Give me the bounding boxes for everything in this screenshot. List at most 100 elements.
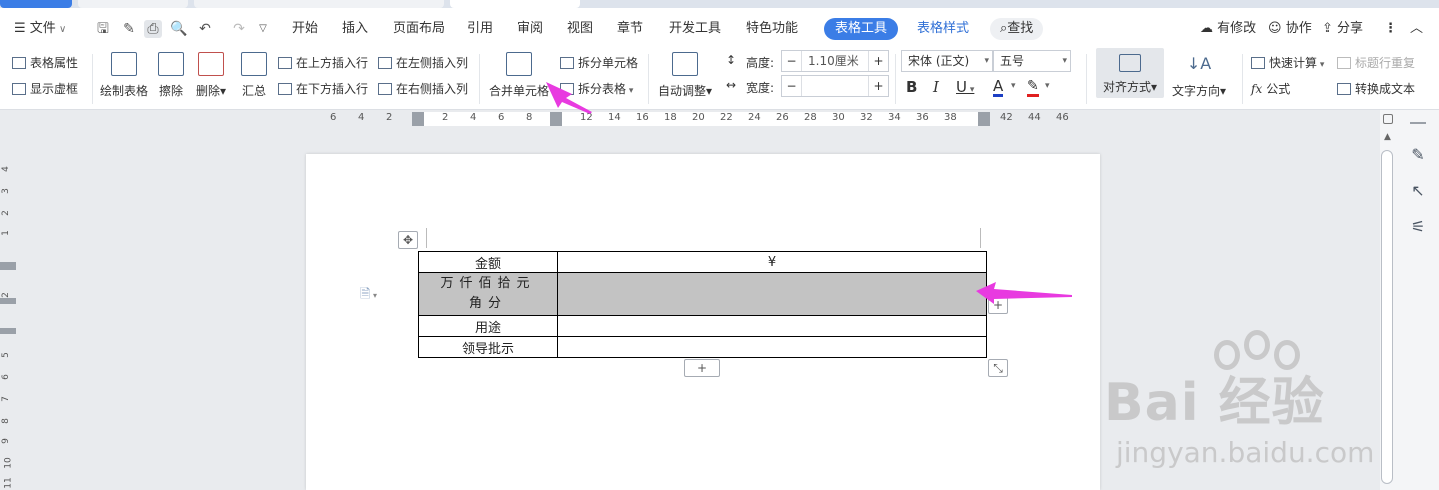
table-cell[interactable]: 金额 — [418, 251, 558, 273]
scroll-up-icon[interactable]: ▲ — [1384, 132, 1391, 142]
ruler-tick-label: 8 — [526, 112, 533, 123]
tab-home[interactable] — [0, 0, 72, 8]
bold-button[interactable]: B — [906, 78, 917, 96]
tab-doc-1[interactable] — [78, 0, 188, 8]
select-cursor-icon[interactable]: ↖ — [1408, 181, 1428, 201]
tab-table-tools[interactable]: 表格工具 — [824, 18, 899, 40]
tab-doc-active[interactable] — [450, 0, 580, 8]
quick-calc-button[interactable]: 快速计算 ▾ — [1251, 54, 1324, 71]
resize-table-icon[interactable]: ⤡ — [988, 359, 1008, 377]
height-decrement-button[interactable]: − — [782, 51, 802, 71]
table-row[interactable]: 用途 — [418, 315, 987, 337]
font-size-select[interactable]: 五号 ▾ — [993, 50, 1071, 72]
summary-button[interactable]: 汇总 — [241, 50, 267, 99]
draw-table-button[interactable]: 绘制表格 — [100, 50, 148, 99]
print-icon[interactable]: ⎙ — [144, 20, 162, 38]
redo-icon[interactable]: ↷ — [230, 20, 248, 38]
divider — [479, 54, 480, 104]
font-color-button[interactable]: A — [993, 78, 1004, 97]
collapse-ribbon-icon[interactable]: ︿ — [1410, 18, 1423, 40]
save-icon[interactable]: 🖫 — [94, 20, 112, 38]
height-stepper[interactable]: − 1.10厘米 + — [781, 50, 889, 72]
tab-start[interactable]: 开始 — [292, 18, 318, 40]
convert-to-text-button[interactable]: 转换成文本 — [1337, 80, 1415, 97]
text-direction-button[interactable]: ↓A 文字方向▾ — [1172, 50, 1226, 99]
file-menu[interactable]: ☰ 文件 ∨ — [14, 18, 66, 40]
height-increment-button[interactable]: + — [868, 51, 888, 71]
tab-chapter[interactable]: 章节 — [617, 18, 643, 40]
table-properties-button[interactable]: 表格属性 — [12, 54, 78, 71]
collab-button[interactable]: ☺ 协作 — [1268, 18, 1312, 40]
print-preview-icon[interactable]: 🔍 — [170, 20, 188, 38]
vruler-tick-label: 3 — [0, 188, 11, 194]
undo-icon[interactable]: ↶ — [196, 20, 214, 38]
tab-view[interactable]: 视图 — [567, 18, 593, 40]
show-gridlines-button[interactable]: 显示虚框 — [12, 80, 78, 97]
tab-table-style[interactable]: 表格样式 — [917, 18, 969, 40]
align-button[interactable]: 对齐方式▾ — [1096, 48, 1164, 98]
width-stepper[interactable]: − + — [781, 75, 889, 97]
erase-button[interactable]: 擦除 — [158, 50, 184, 99]
table-cell-selected[interactable]: 万仟佰拾元 角分 — [418, 272, 558, 316]
insert-col-right-button[interactable]: 在右侧插入列 — [378, 80, 468, 97]
table-cell[interactable]: 领导批示 — [418, 336, 558, 358]
edit-pen-icon[interactable]: ✎ — [1408, 145, 1428, 165]
format-painter-icon[interactable]: ✎ — [120, 20, 138, 38]
vertical-ruler[interactable]: 4 3 2 1 2 5 6 7 8 9 10 11 — [0, 128, 16, 490]
table-cell-selected[interactable] — [557, 272, 987, 316]
settings-slider-icon[interactable]: ⚟ — [1408, 217, 1428, 237]
auto-fit-button[interactable]: 自动调整▾ — [658, 50, 712, 99]
width-increment-button[interactable]: + — [868, 76, 888, 96]
horizontal-ruler[interactable]: 6 4 2 2 4 6 8 12 14 16 18 20 22 24 26 28 30 32 34 36 38 42 44 4… — [0, 110, 1380, 128]
modified-button[interactable]: ☁ 有修改 — [1200, 18, 1256, 40]
table-cell[interactable] — [557, 336, 987, 358]
ruler-tick-label: 4 — [358, 112, 365, 123]
annotation-arrow — [546, 82, 592, 114]
draw-table-label: 绘制表格 — [100, 84, 149, 98]
tab-insert[interactable]: 插入 — [342, 18, 368, 40]
split-cells-button[interactable]: 拆分单元格 — [560, 54, 638, 71]
table-row-selected[interactable]: 万仟佰拾元 角分 — [418, 272, 987, 316]
tab-doc-2[interactable] — [194, 0, 444, 8]
split-view-icon[interactable] — [1383, 114, 1393, 124]
insert-row-above-button[interactable]: 在上方插入行 — [278, 54, 368, 71]
table-row[interactable]: 领导批示 — [418, 336, 987, 358]
table-properties-label: 表格属性 — [30, 56, 79, 70]
chevron-down-icon[interactable]: ▾ — [1011, 81, 1016, 91]
chevron-down-icon[interactable]: ▾ — [1045, 81, 1050, 91]
paragraph-doc-icon[interactable]: 🗎 ▾ — [360, 285, 377, 307]
search-button[interactable]: ⌕查找 — [990, 18, 1044, 40]
tab-special[interactable]: 特色功能 — [746, 18, 798, 40]
formula-button[interactable]: fx 公式 — [1251, 80, 1290, 97]
hamburger-icon: ☰ — [14, 21, 30, 36]
vruler-tick-label: 5 — [0, 352, 11, 358]
table-cell[interactable]: ¥ — [557, 251, 987, 273]
height-icon: ↕ — [726, 53, 737, 67]
delete-button[interactable]: 删除▾ — [196, 50, 226, 99]
insert-row-below-button[interactable]: 在下方插入行 — [278, 80, 368, 97]
add-row-button[interactable]: + — [684, 359, 720, 377]
share-button[interactable]: ⇪ 分享 — [1322, 18, 1363, 40]
title-repeat-button[interactable]: 标题行重复 — [1337, 54, 1415, 71]
table-row[interactable]: 金额 ¥ — [418, 251, 987, 273]
tab-references[interactable]: 引用 — [467, 18, 493, 40]
more-icon[interactable]: ⋮ — [1384, 18, 1397, 40]
table-move-handle[interactable]: ✥ — [398, 231, 418, 249]
tab-review[interactable]: 审阅 — [517, 18, 543, 40]
height-value[interactable]: 1.10厘米 — [808, 51, 859, 71]
tab-developer[interactable]: 开发工具 — [669, 18, 721, 40]
table-cell[interactable] — [557, 315, 987, 337]
quick-access-more-icon[interactable]: ▽ — [254, 20, 272, 38]
highlight-icon[interactable]: ✎ — [1027, 78, 1039, 97]
collab-label: 协作 — [1285, 21, 1312, 36]
table-cell[interactable]: 用途 — [418, 315, 558, 337]
italic-button[interactable]: I — [933, 78, 939, 96]
share-label: 分享 — [1337, 21, 1364, 36]
tab-page-layout[interactable]: 页面布局 — [393, 18, 445, 40]
width-decrement-button[interactable]: − — [782, 76, 802, 96]
font-name-select[interactable]: 宋体 (正文) ▾ — [901, 50, 993, 72]
insert-col-left-button[interactable]: 在左侧插入列 — [378, 54, 468, 71]
ruler-tick-label: 6 — [498, 112, 505, 123]
underline-button[interactable]: U ▾ — [956, 78, 974, 96]
document-table[interactable]: 金额 ¥ 万仟佰拾元 角分 用途 领导批示 — [418, 251, 987, 358]
